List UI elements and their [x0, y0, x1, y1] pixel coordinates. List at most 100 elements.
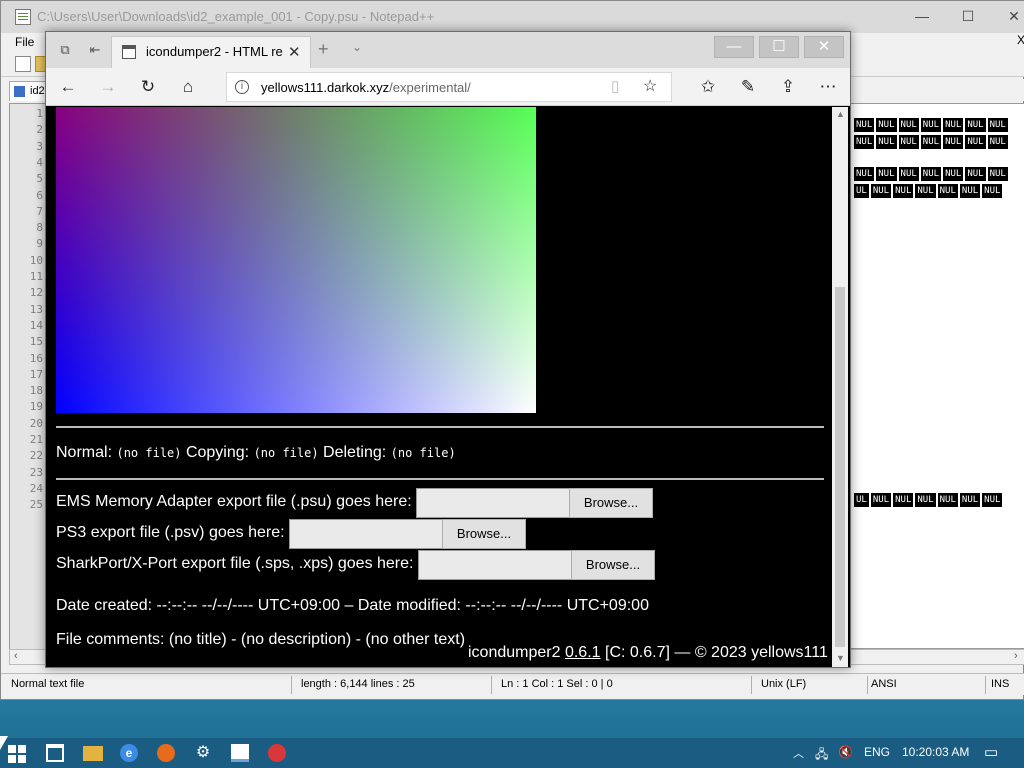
nul-token: NUL — [959, 493, 981, 508]
site-info-icon[interactable]: i — [235, 80, 249, 94]
notepad-minimize-icon[interactable]: — — [907, 7, 937, 27]
nul-token: NUL — [987, 167, 1008, 182]
app-taskbar-icon[interactable] — [268, 744, 286, 762]
address-bar[interactable]: i yellows111.darkok.xyz/experimental/ ▯ … — [226, 72, 672, 102]
status-encoding: ANSI — [871, 678, 897, 690]
notepad-statusbar: Normal text file length : 6,144 lines : … — [1, 673, 1024, 695]
footer-credit: [C: 0.6.7] — © 2023 yellows111 — [605, 644, 828, 661]
favorites-hub-icon[interactable]: ✩ — [696, 76, 720, 98]
action-center-icon[interactable]: ▭ — [984, 743, 998, 761]
favorite-star-icon[interactable]: ☆ — [643, 76, 657, 96]
ems-file-input[interactable] — [416, 488, 570, 518]
nul-row: UL NUL NUL NUL NUL NUL NUL — [854, 183, 1004, 198]
notepad-app-icon — [15, 9, 31, 25]
footer-version-link[interactable]: 0.6.1 — [565, 644, 601, 661]
home-icon[interactable]: ⌂ — [176, 76, 200, 98]
notepadpp-taskbar-icon[interactable] — [231, 744, 249, 762]
share-icon[interactable]: ⇪ — [776, 76, 800, 98]
language-indicator[interactable]: ENG — [864, 745, 890, 759]
copying-label: Copying: — [185, 444, 250, 461]
nul-token: NUL — [876, 118, 897, 133]
nul-token: NUL — [915, 183, 936, 198]
browser-navbar: ← → ↻ ⌂ i yellows111.darkok.xyz/experime… — [46, 68, 850, 106]
status-position: Ln : 1 Col : 1 Sel : 0 | 0 — [501, 678, 613, 690]
task-view-icon[interactable] — [46, 744, 64, 762]
scroll-left-icon[interactable]: ‹ — [14, 650, 18, 662]
page-vscrollbar[interactable]: ▲ ▼ — [832, 107, 848, 667]
ems-browse-button[interactable]: Browse... — [569, 488, 653, 518]
set-tabs-aside-icon[interactable]: ⧉ — [56, 41, 74, 59]
line-number: 9 — [36, 237, 43, 251]
settings-gear-icon[interactable]: ⚙ — [194, 744, 212, 762]
line-number: 16 — [29, 351, 43, 365]
clock[interactable]: 10:20:03 AM — [902, 745, 969, 759]
browser-minimize-icon[interactable]: — — [714, 36, 754, 58]
browser-close-icon[interactable]: ✕ — [804, 36, 844, 58]
notepad-titlebar[interactable]: C:\Users\User\Downloads\id2_example_001 … — [1, 1, 1024, 33]
scroll-right-icon[interactable]: › — [1014, 650, 1018, 662]
ems-label: EMS Memory Adapter export file (.psu) go… — [56, 493, 412, 510]
line-number: 7 — [36, 204, 43, 218]
tabs-aside-restore-icon[interactable]: ⇤ — [86, 41, 104, 59]
refresh-icon[interactable]: ↻ — [136, 76, 160, 98]
address-url[interactable]: yellows111.darkok.xyz/experimental/ — [261, 80, 471, 95]
scroll-thumb[interactable] — [835, 287, 845, 647]
mouse-cursor — [0, 736, 8, 750]
line-number: 21 — [29, 433, 43, 446]
notepad-maximize-icon[interactable]: ☐ — [953, 7, 983, 27]
line-number: 18 — [29, 384, 43, 398]
start-windows-icon[interactable] — [8, 745, 26, 763]
sharkport-browse-button[interactable]: Browse... — [571, 550, 655, 580]
browser-tabstrip[interactable]: ⧉ ⇤ icondumper2 - HTML re ✕ + ⌄ — ☐ ✕ — [46, 32, 850, 68]
browser-tab[interactable]: icondumper2 - HTML re ✕ — [111, 36, 311, 68]
notepad-close-icon[interactable]: ✕ — [999, 7, 1024, 27]
nul-token: NUL — [982, 493, 1003, 508]
scroll-down-icon[interactable]: ▼ — [836, 653, 845, 663]
new-tab-icon[interactable]: + — [318, 39, 329, 60]
line-number-gutter: 1 2 3 4 5 6 7 8 9 10 11 12 13 14 15 16 17 18 19 20 21 22 23 24 2… — [10, 104, 48, 650]
editor-text[interactable]: NUL NUL NUL NUL NUL NUL NUL NUL NUL NUL NUL NUL NUL N… — [854, 104, 1024, 650]
line-number: 5 — [36, 172, 43, 186]
show-hidden-icons-chevron[interactable]: ︿ — [793, 745, 804, 761]
tab-close-icon[interactable]: ✕ — [288, 43, 301, 61]
edge-browser-icon[interactable]: e — [120, 744, 138, 762]
line-number: 24 — [29, 481, 43, 495]
new-file-icon[interactable] — [15, 56, 31, 72]
nul-token: NUL — [987, 118, 1008, 133]
menu-file[interactable]: File — [15, 35, 34, 49]
volume-muted-icon[interactable]: 🔇 — [838, 745, 853, 759]
nul-token: NUL — [854, 134, 875, 149]
file-explorer-icon[interactable] — [83, 746, 103, 761]
browser-maximize-icon[interactable]: ☐ — [759, 36, 799, 58]
menu-close-doc[interactable]: X — [1017, 33, 1024, 47]
nul-token: NUL — [965, 118, 986, 133]
firefox-icon[interactable] — [157, 744, 175, 762]
scroll-up-icon[interactable]: ▲ — [836, 109, 845, 119]
url-path: /experimental/ — [389, 80, 471, 95]
ps3-file-input[interactable] — [289, 519, 443, 549]
more-menu-icon[interactable]: ⋯ — [816, 76, 840, 98]
divider — [56, 478, 824, 480]
tab-preview-chevron-icon[interactable]: ⌄ — [352, 40, 362, 54]
status-length-lines: length : 6,144 lines : 25 — [301, 678, 415, 690]
page-footer: icondumper2 0.6.1 [C: 0.6.7] — © 2023 ye… — [468, 644, 828, 662]
nul-token: NUL — [937, 493, 958, 508]
ps3-browse-button[interactable]: Browse... — [442, 519, 526, 549]
line-number: 15 — [29, 335, 43, 349]
sharkport-file-input[interactable] — [418, 550, 572, 580]
web-note-pen-icon[interactable]: ✎ — [736, 76, 760, 98]
reading-view-icon[interactable]: ▯ — [611, 77, 619, 95]
nul-token: NUL — [943, 118, 964, 133]
notepad-doc-tab[interactable]: id2 — [9, 81, 49, 101]
forward-arrow-icon[interactable]: → — [96, 76, 120, 98]
line-number: 8 — [36, 221, 43, 235]
notepad-doc-tab-label: id2 — [30, 85, 45, 97]
network-icon[interactable]: 🖧 — [815, 745, 828, 766]
line-number: 19 — [29, 400, 43, 414]
nul-row: NUL NUL NUL NUL NUL NUL NUL — [854, 118, 1010, 133]
back-arrow-icon[interactable]: ← — [56, 76, 80, 98]
page-icon — [122, 45, 136, 59]
copying-value: (no file) — [253, 446, 319, 460]
browser-window: ⧉ ⇤ icondumper2 - HTML re ✕ + ⌄ — ☐ ✕ ← … — [45, 31, 851, 668]
status-mode: INS — [991, 678, 1010, 690]
